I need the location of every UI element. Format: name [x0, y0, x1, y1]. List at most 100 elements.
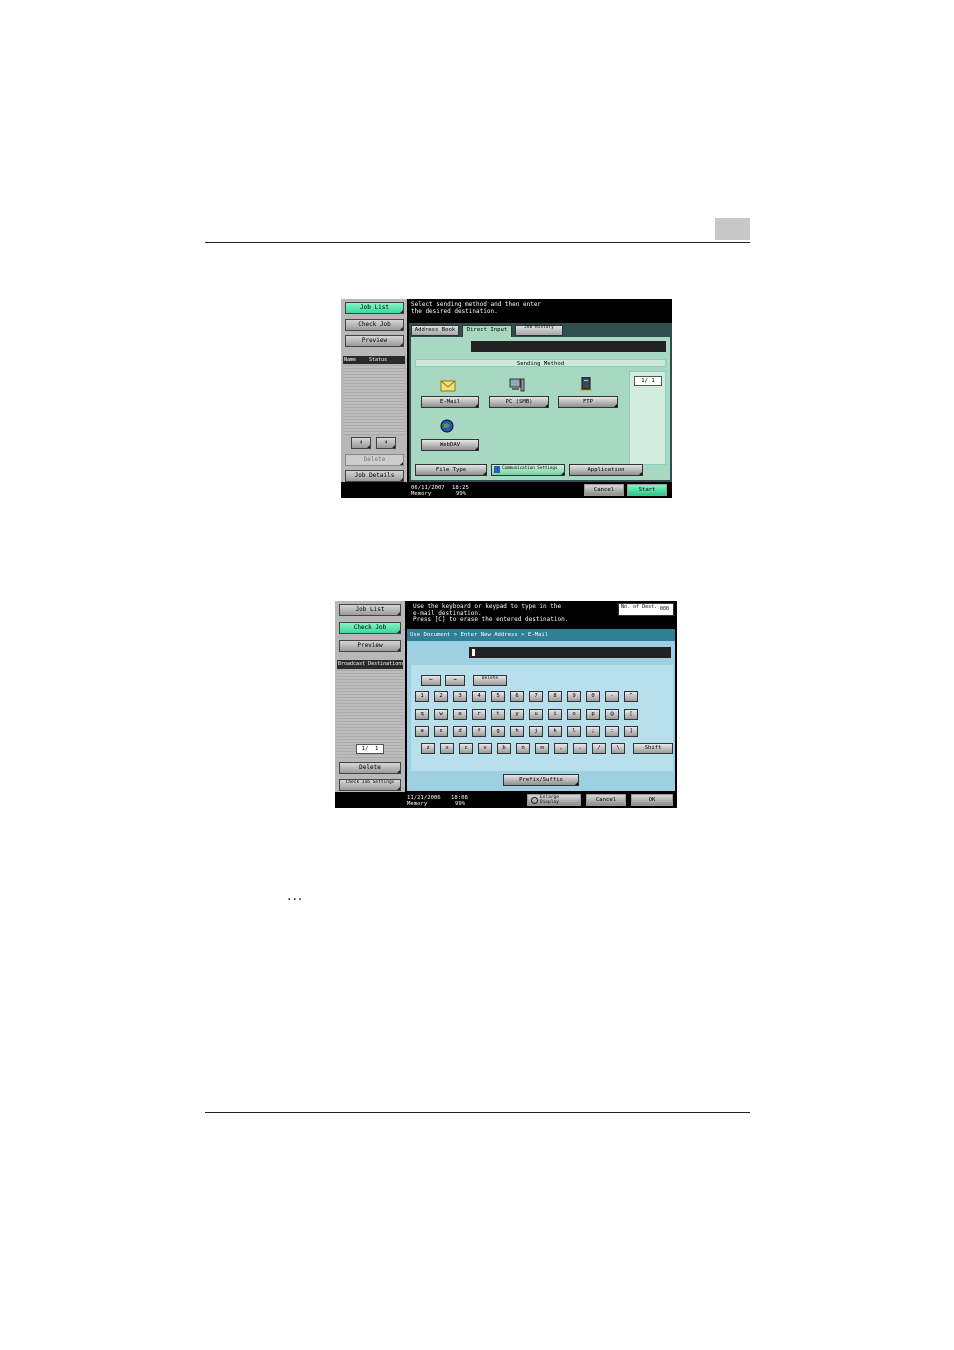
preview-button[interactable]: Preview [345, 335, 404, 347]
key-3-1[interactable]: x [440, 743, 454, 754]
key-3-5[interactable]: n [516, 743, 530, 754]
key-1-9[interactable]: p [586, 709, 600, 720]
email-address-input[interactable] [469, 647, 671, 658]
check-job-button[interactable]: Check Job [345, 319, 404, 331]
communication-settings-button[interactable]: Communication Settings [491, 464, 565, 476]
col-name: Name [344, 357, 357, 363]
ok-button[interactable]: OK [631, 794, 673, 806]
webdav-button[interactable]: WebDAV [421, 439, 479, 451]
key-0-10[interactable]: - [605, 691, 619, 702]
job-details-button[interactable]: Job Details [345, 470, 404, 482]
key-2-7[interactable]: k [548, 726, 562, 737]
key-1-2[interactable]: e [453, 709, 467, 720]
destination-field[interactable] [471, 341, 666, 352]
key-2-1[interactable]: s [434, 726, 448, 737]
email-icon [440, 380, 456, 392]
key-3-2[interactable]: c [459, 743, 473, 754]
key-0-3[interactable]: 4 [472, 691, 486, 702]
enlarge-display-button[interactable]: Enlarge Display [527, 794, 581, 806]
communication-settings-icon [494, 466, 500, 473]
key-2-0[interactable]: a [415, 726, 429, 737]
key-0-5[interactable]: 6 [510, 691, 524, 702]
pc-smb-button[interactable]: PC (SMB) [489, 396, 549, 408]
key-2-8[interactable]: l [567, 726, 581, 737]
cancel-button[interactable]: Cancel [586, 794, 626, 806]
left-panel: Job List Check Job Preview Name Status ⬆… [341, 299, 407, 498]
page-indicator-box: 1/ 1 [629, 371, 666, 465]
key-3-3[interactable]: v [478, 743, 492, 754]
key-2-5[interactable]: h [510, 726, 524, 737]
main-panel: Address Book Direct Input Job History Se… [409, 323, 672, 482]
key-0-1[interactable]: 2 [434, 691, 448, 702]
key-0-11[interactable]: ^ [624, 691, 638, 702]
scroll-down-button[interactable]: ⬇ [376, 437, 396, 449]
broadcast-destinations-header: Broadcast Destinations [337, 660, 403, 669]
sending-method-header: Sending Method [415, 359, 666, 367]
key-1-7[interactable]: i [548, 709, 562, 720]
key-2-9[interactable]: ; [586, 726, 600, 737]
left-panel: Job List Check Job Preview Broadcast Des… [335, 601, 405, 808]
key-1-1[interactable]: w [434, 709, 448, 720]
preview-button[interactable]: Preview [339, 640, 401, 652]
tab-job-history[interactable]: Job History [515, 325, 563, 336]
delete-button[interactable]: Delete [345, 454, 404, 466]
key-3-0[interactable]: z [421, 743, 435, 754]
key-1-0[interactable]: q [415, 709, 429, 720]
key-0-4[interactable]: 5 [491, 691, 505, 702]
key-2-3[interactable]: f [472, 726, 486, 737]
key-2-10[interactable]: : [605, 726, 619, 737]
key-1-4[interactable]: t [491, 709, 505, 720]
job-list-button[interactable]: Job List [339, 604, 401, 616]
footer-memory-label: Memory [411, 491, 432, 497]
key-3-7[interactable]: , [554, 743, 568, 754]
key-1-3[interactable]: r [472, 709, 486, 720]
instruction-message: Use the keyboard or keypad to type in th… [413, 603, 569, 623]
key-3-4[interactable]: b [497, 743, 511, 754]
key-1-10[interactable]: @ [605, 709, 619, 720]
start-button[interactable]: Start [627, 484, 667, 496]
job-list-button[interactable]: Job List [345, 302, 404, 314]
check-job-button[interactable]: Check Job [339, 622, 401, 634]
key-3-6[interactable]: m [535, 743, 549, 754]
application-button[interactable]: Application [569, 464, 643, 476]
delete-button[interactable]: Delete [339, 762, 401, 774]
number-of-destinations: No. of Dest. 000 [618, 603, 674, 616]
key-0-7[interactable]: 8 [548, 691, 562, 702]
key-0-6[interactable]: 7 [529, 691, 543, 702]
key-3-9[interactable]: / [592, 743, 606, 754]
footer-memory-value: 99% [455, 801, 466, 807]
key-1-5[interactable]: y [510, 709, 524, 720]
tab-address-book[interactable]: Address Book [411, 325, 459, 336]
main-panel: Use Document > Enter New Address > E-Mai… [407, 629, 675, 791]
shift-key[interactable]: Shift [633, 743, 673, 754]
delete-char-key[interactable]: Delete [473, 675, 507, 686]
cursor-right-key[interactable]: → [445, 675, 465, 686]
key-3-10[interactable]: \ [611, 743, 625, 754]
key-1-11[interactable]: [ [624, 709, 638, 720]
key-0-9[interactable]: 0 [586, 691, 600, 702]
no-of-dest-value: 000 [659, 606, 669, 612]
key-2-2[interactable]: d [453, 726, 467, 737]
ftp-button[interactable]: FTP [558, 396, 618, 408]
key-0-2[interactable]: 3 [453, 691, 467, 702]
key-1-6[interactable]: u [529, 709, 543, 720]
screenshot-sending-method: Job List Check Job Preview Name Status ⬆… [341, 299, 672, 498]
cancel-button[interactable]: Cancel [584, 484, 624, 496]
prefix-suffix-button[interactable]: Prefix/Suffix [503, 774, 579, 786]
email-button[interactable]: E-Mail [421, 396, 479, 408]
key-2-4[interactable]: g [491, 726, 505, 737]
key-0-0[interactable]: 1 [415, 691, 429, 702]
chapter-tab [715, 218, 750, 240]
key-2-11[interactable]: ] [624, 726, 638, 737]
file-type-button[interactable]: File Type [415, 464, 487, 476]
key-1-8[interactable]: o [567, 709, 581, 720]
check-job-settings-button[interactable]: Check Job Settings [339, 779, 401, 791]
key-0-8[interactable]: 9 [567, 691, 581, 702]
key-2-6[interactable]: j [529, 726, 543, 737]
job-list-header: Name Status [343, 356, 405, 364]
scroll-up-button[interactable]: ⬆ [351, 437, 371, 449]
cursor-left-key[interactable]: ← [421, 675, 441, 686]
text-cursor [472, 649, 475, 656]
footer-rule [205, 1112, 750, 1113]
key-3-8[interactable]: . [573, 743, 587, 754]
